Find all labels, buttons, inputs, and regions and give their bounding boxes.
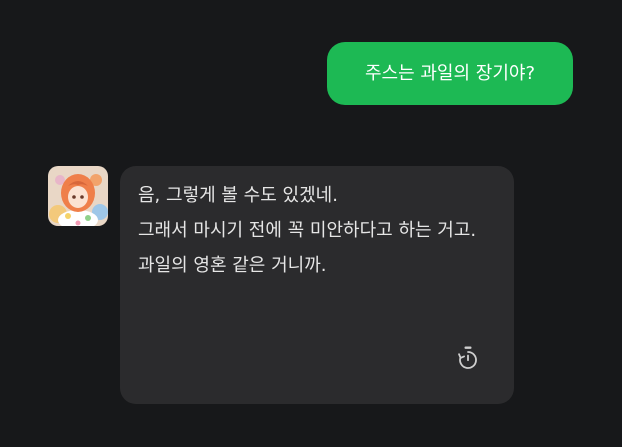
bot-message-bubble: 음, 그렇게 볼 수도 있겠네. 그래서 마시기 전에 꼭 미안하다고 하는 거… xyxy=(120,166,514,404)
avatar-image xyxy=(48,166,108,226)
bot-message-paragraph: 과일의 영혼 같은 거니까. xyxy=(138,255,327,276)
character-avatar[interactable] xyxy=(48,166,108,226)
user-message-bubble: 주스는 과일의 장기야? xyxy=(327,42,573,105)
timer-icon[interactable] xyxy=(456,345,480,371)
bot-message-paragraph: 그래서 마시기 전에 꼭 미안하다고 하는 거고. xyxy=(138,220,477,241)
bot-message-paragraph: 음, 그렇게 볼 수도 있겠네. xyxy=(138,185,338,206)
